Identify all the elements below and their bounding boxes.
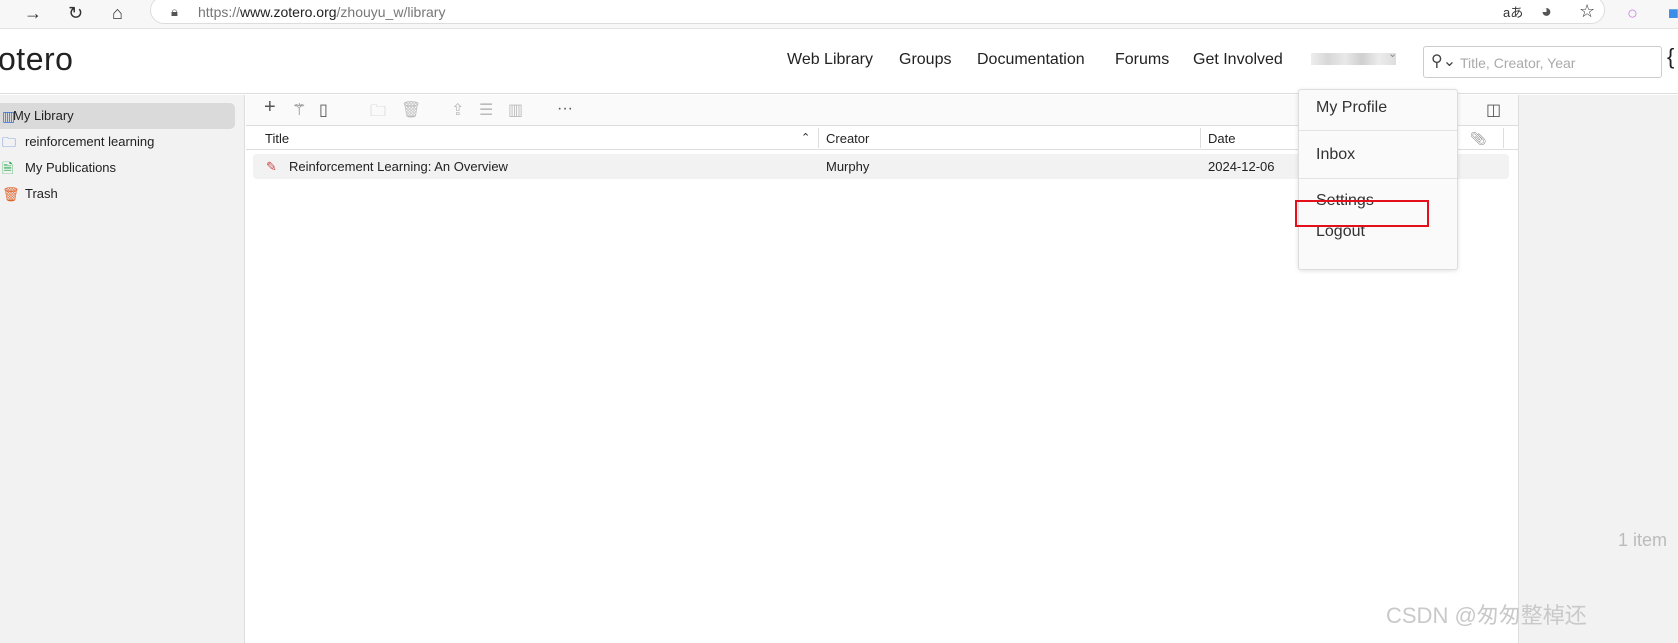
edge-icon[interactable]: ◕: [1541, 1, 1552, 21]
braces-icon[interactable]: {: [1667, 44, 1674, 70]
sidebar-item-label: My Library: [13, 108, 74, 123]
nav-get-involved[interactable]: Get Involved: [1193, 51, 1283, 69]
item-date: 2024-12-06: [1208, 159, 1275, 174]
sidebar-item-label: My Publications: [25, 160, 117, 175]
site-header: otero Web Library Groups Documentation F…: [0, 29, 1678, 94]
read-aloud-icon[interactable]: aあ: [1503, 3, 1523, 23]
trash-icon[interactable]: 🗑︎: [401, 100, 421, 120]
forward-icon[interactable]: →: [24, 3, 42, 23]
sidebar-item-label: Trash: [25, 186, 58, 201]
publications-icon: 🗎︎: [2, 160, 14, 176]
folder-icon: 🗀︎: [2, 134, 16, 150]
watermark: CSDN @匆匆整棹还: [1386, 603, 1587, 628]
new-note-icon[interactable]: ▯: [319, 100, 328, 120]
magic-wand-icon[interactable]: ⚚: [292, 100, 306, 120]
trash-icon: 🗑︎: [2, 186, 20, 202]
sidebar-item-my-publications[interactable]: 🗎︎ My Publications: [0, 155, 235, 181]
column-title[interactable]: Title: [265, 131, 289, 146]
sort-ascending-icon[interactable]: ⌃: [801, 131, 810, 144]
new-item-icon[interactable]: +: [264, 96, 276, 119]
address-bar[interactable]: 🔒︎ https://www.zotero.org/zhouyu_w/libra…: [150, 0, 1605, 24]
column-resizer[interactable]: [1200, 128, 1201, 148]
item-creator: Murphy: [826, 159, 870, 174]
collection-sidebar: ▥ My Library 🗀︎ reinforcement learning 🗎︎ M…: [0, 95, 245, 643]
refresh-icon[interactable]: ↻: [68, 3, 83, 23]
column-creator[interactable]: Creator: [826, 131, 869, 146]
column-resizer[interactable]: [818, 128, 819, 148]
chevron-down-icon[interactable]: ⌄: [1388, 47, 1397, 60]
search-placeholder: Title, Creator, Year: [1460, 55, 1576, 71]
sidebar-item-my-library[interactable]: ▥ My Library: [0, 103, 235, 129]
item-pane: [1518, 95, 1678, 643]
divider: [1299, 178, 1457, 179]
cite-icon[interactable]: ☰: [479, 100, 493, 120]
favorite-star-icon[interactable]: ☆: [1579, 1, 1595, 21]
user-dropdown-menu: My Profile Inbox Settings Logout: [1298, 89, 1458, 270]
sidebar-item-reinforcement-learning[interactable]: 🗀︎ reinforcement learning: [0, 129, 235, 155]
sidebar-item-label: reinforcement learning: [25, 134, 155, 149]
menu-item-my-profile[interactable]: My Profile: [1316, 99, 1387, 117]
columns-icon[interactable]: ◫: [1486, 100, 1501, 120]
home-icon[interactable]: ⌂: [112, 3, 123, 23]
user-menu-toggle[interactable]: [1311, 53, 1396, 65]
url-text: https://www.zotero.org/zhouyu_w/library: [198, 4, 446, 20]
nav-web-library[interactable]: Web Library: [787, 51, 873, 69]
browser-toolbar: → ↻ ⌂ 🔒︎ https://www.zotero.org/zhouyu_w…: [0, 0, 1678, 29]
sidebar-item-trash[interactable]: 🗑︎ Trash: [0, 181, 235, 207]
column-date[interactable]: Date: [1208, 131, 1235, 146]
more-icon[interactable]: ···: [557, 100, 573, 118]
search-icon[interactable]: ⚲⌄: [1431, 51, 1456, 71]
nav-forums[interactable]: Forums: [1115, 51, 1169, 69]
zotero-logo[interactable]: otero: [0, 41, 73, 78]
document-icon: ✎: [266, 159, 277, 174]
menu-item-inbox[interactable]: Inbox: [1316, 146, 1355, 164]
lock-icon[interactable]: 🔒︎: [171, 4, 178, 20]
attachment-icon[interactable]: 📎︎: [1470, 131, 1487, 147]
nav-groups[interactable]: Groups: [899, 51, 951, 69]
extension-icon[interactable]: ○: [1627, 3, 1638, 23]
item-count: 1 item: [1618, 530, 1668, 550]
add-to-collection-icon[interactable]: 🗀︎: [370, 100, 386, 127]
column-resizer[interactable]: [1503, 128, 1504, 148]
bibliography-icon[interactable]: ▥: [508, 100, 523, 120]
highlight-box: [1295, 200, 1429, 227]
search-input[interactable]: ⚲⌄ Title, Creator, Year: [1423, 46, 1662, 78]
nav-documentation[interactable]: Documentation: [977, 51, 1085, 69]
export-icon[interactable]: ⇪: [451, 100, 464, 120]
item-title: Reinforcement Learning: An Overview: [289, 159, 508, 174]
divider: [1299, 130, 1457, 131]
profile-icon[interactable]: ■: [1668, 3, 1678, 23]
